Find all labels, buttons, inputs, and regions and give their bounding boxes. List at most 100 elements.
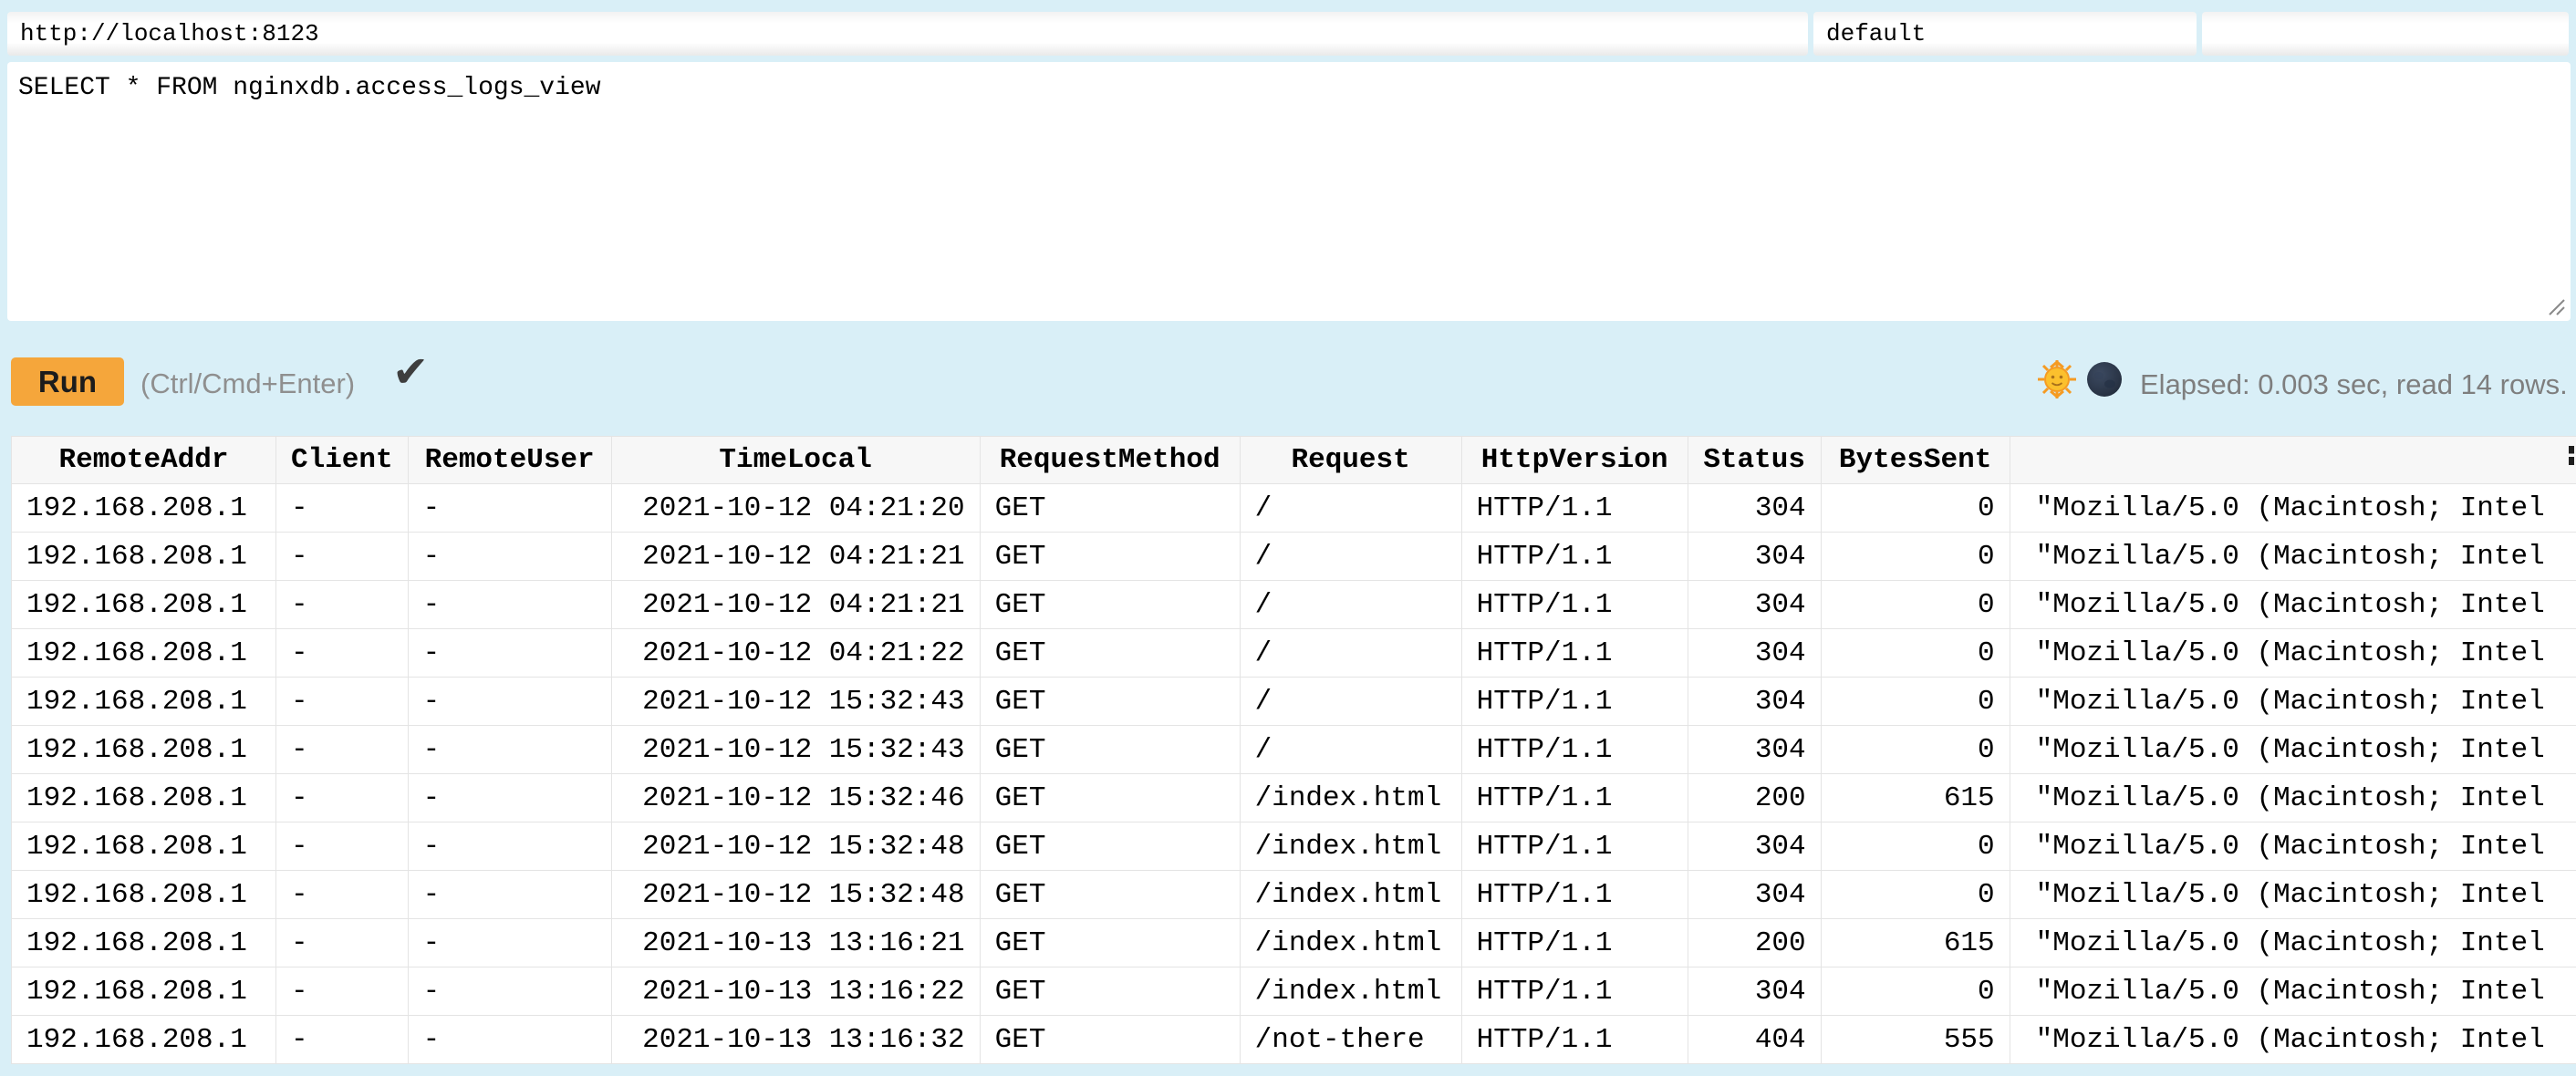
table-row: 192.168.208.1--2021-10-13 13:16:32GET/no… [12,1016,2576,1064]
table-cell: - [408,678,611,726]
table-cell: - [408,774,611,823]
table-cell: "Mozilla/5.0 (Macintosh; Intel [2010,823,2576,871]
table-cell: 0 [1821,533,2010,581]
table-cell: HTTP/1.1 [1461,533,1688,581]
column-header-Request: Request [1240,437,1461,484]
table-cell: 2021-10-12 04:21:22 [611,629,980,678]
table-cell: - [276,871,409,919]
table-cell: HTTP/1.1 [1461,1016,1688,1064]
table-cell: - [276,581,409,629]
table-cell: / [1240,533,1461,581]
table-cell: GET [980,919,1240,967]
table-cell: 0 [1821,967,2010,1016]
table-cell: 404 [1688,1016,1821,1064]
table-cell: GET [980,629,1240,678]
table-cell: HTTP/1.1 [1461,581,1688,629]
table-row: 192.168.208.1--2021-10-12 15:32:43GET/HT… [12,678,2576,726]
table-cell: 2021-10-12 15:32:46 [611,774,980,823]
table-cell: GET [980,967,1240,1016]
textarea-resize-handle-icon[interactable] [2547,297,2567,317]
column-header-TimeLocal: TimeLocal [611,437,980,484]
table-cell: / [1240,678,1461,726]
table-cell: 0 [1821,871,2010,919]
column-header-BytesSent: BytesSent [1821,437,2010,484]
table-header-row: RemoteAddrClientRemoteUserTimeLocal Reque… [12,437,2576,484]
table-cell: GET [980,678,1240,726]
sun-icon[interactable] [2037,359,2077,399]
table-cell: HTTP/1.1 [1461,678,1688,726]
password-input[interactable] [2202,12,2569,56]
table-cell: 304 [1688,533,1821,581]
table-cell: / [1240,484,1461,533]
table-cell: 304 [1688,678,1821,726]
table-cell: "Mozilla/5.0 (Macintosh; Intel [2010,1016,2576,1064]
column-header-Client: Client [276,437,409,484]
table-cell: GET [980,726,1240,774]
table-cell: 304 [1688,726,1821,774]
table-cell: - [408,726,611,774]
success-check-icon: ✔ [392,350,429,394]
results-table: RemoteAddrClientRemoteUserTimeLocal Reque… [11,436,2576,1064]
run-button[interactable]: Run [11,357,124,406]
table-cell: 192.168.208.1 [12,533,276,581]
table-cell: 555 [1821,1016,2010,1064]
table-cell: 0 [1821,726,2010,774]
table-cell: 0 [1821,629,2010,678]
table-cell: "Mozilla/5.0 (Macintosh; Intel [2010,726,2576,774]
table-row: 192.168.208.1--2021-10-13 13:16:22GET/in… [12,967,2576,1016]
table-cell: "Mozilla/5.0 (Macintosh; Intel [2010,629,2576,678]
column-header-RemoteUser: RemoteUser [408,437,611,484]
table-cell: - [276,919,409,967]
table-cell: HTTP/1.1 [1461,484,1688,533]
table-cell: 192.168.208.1 [12,484,276,533]
table-cell: 2021-10-12 15:32:48 [611,871,980,919]
table-cell: 192.168.208.1 [12,1016,276,1064]
table-cell: 304 [1688,871,1821,919]
table-cell: - [276,678,409,726]
server-url-input[interactable] [7,12,1808,56]
table-cell: GET [980,823,1240,871]
moon-icon[interactable] [2086,361,2123,398]
table-cell: 192.168.208.1 [12,581,276,629]
table-cell: 2021-10-13 13:16:22 [611,967,980,1016]
table-row: 192.168.208.1--2021-10-13 13:16:21GET/in… [12,919,2576,967]
table-cell: - [276,1016,409,1064]
table-cell: 192.168.208.1 [12,774,276,823]
table-cell: 200 [1688,919,1821,967]
clipped-header-glyph [2569,446,2574,465]
table-row: 192.168.208.1--2021-10-12 15:32:48GET/in… [12,871,2576,919]
table-cell: "Mozilla/5.0 (Macintosh; Intel [2010,484,2576,533]
table-cell: HTTP/1.1 [1461,823,1688,871]
column-header-Status: Status [1688,437,1821,484]
table-cell: "Mozilla/5.0 (Macintosh; Intel [2010,919,2576,967]
table-cell: 2021-10-12 15:32:48 [611,823,980,871]
table-cell: 304 [1688,823,1821,871]
table-cell: /index.html [1240,823,1461,871]
table-cell: HTTP/1.1 [1461,726,1688,774]
table-row: 192.168.208.1--2021-10-12 04:21:20GET/HT… [12,484,2576,533]
table-cell: HTTP/1.1 [1461,774,1688,823]
table-cell: - [408,629,611,678]
table-cell: - [408,871,611,919]
table-cell: / [1240,581,1461,629]
table-row: 192.168.208.1--2021-10-12 15:32:46GET/in… [12,774,2576,823]
table-row: 192.168.208.1--2021-10-12 15:32:48GET/in… [12,823,2576,871]
table-row: 192.168.208.1--2021-10-12 04:21:21GET/HT… [12,581,2576,629]
user-input[interactable] [1813,12,2197,56]
table-cell: - [276,484,409,533]
table-cell: 2021-10-12 15:32:43 [611,726,980,774]
table-cell: - [276,774,409,823]
table-cell: GET [980,484,1240,533]
table-cell: /index.html [1240,919,1461,967]
table-cell: 0 [1821,823,2010,871]
shortcut-hint-label: (Ctrl/Cmd+Enter) [140,367,355,400]
table-cell: 2021-10-12 04:21:21 [611,581,980,629]
table-cell: 2021-10-12 04:21:21 [611,533,980,581]
query-editor[interactable]: SELECT * FROM nginxdb.access_logs_view [7,62,2571,321]
column-header-HttpVersion: HttpVersion [1461,437,1688,484]
table-cell: 192.168.208.1 [12,726,276,774]
column-header-RemoteAddr: RemoteAddr [12,437,276,484]
table-row: 192.168.208.1--2021-10-12 15:32:43GET/HT… [12,726,2576,774]
table-cell: 2021-10-12 04:21:20 [611,484,980,533]
table-cell: / [1240,629,1461,678]
